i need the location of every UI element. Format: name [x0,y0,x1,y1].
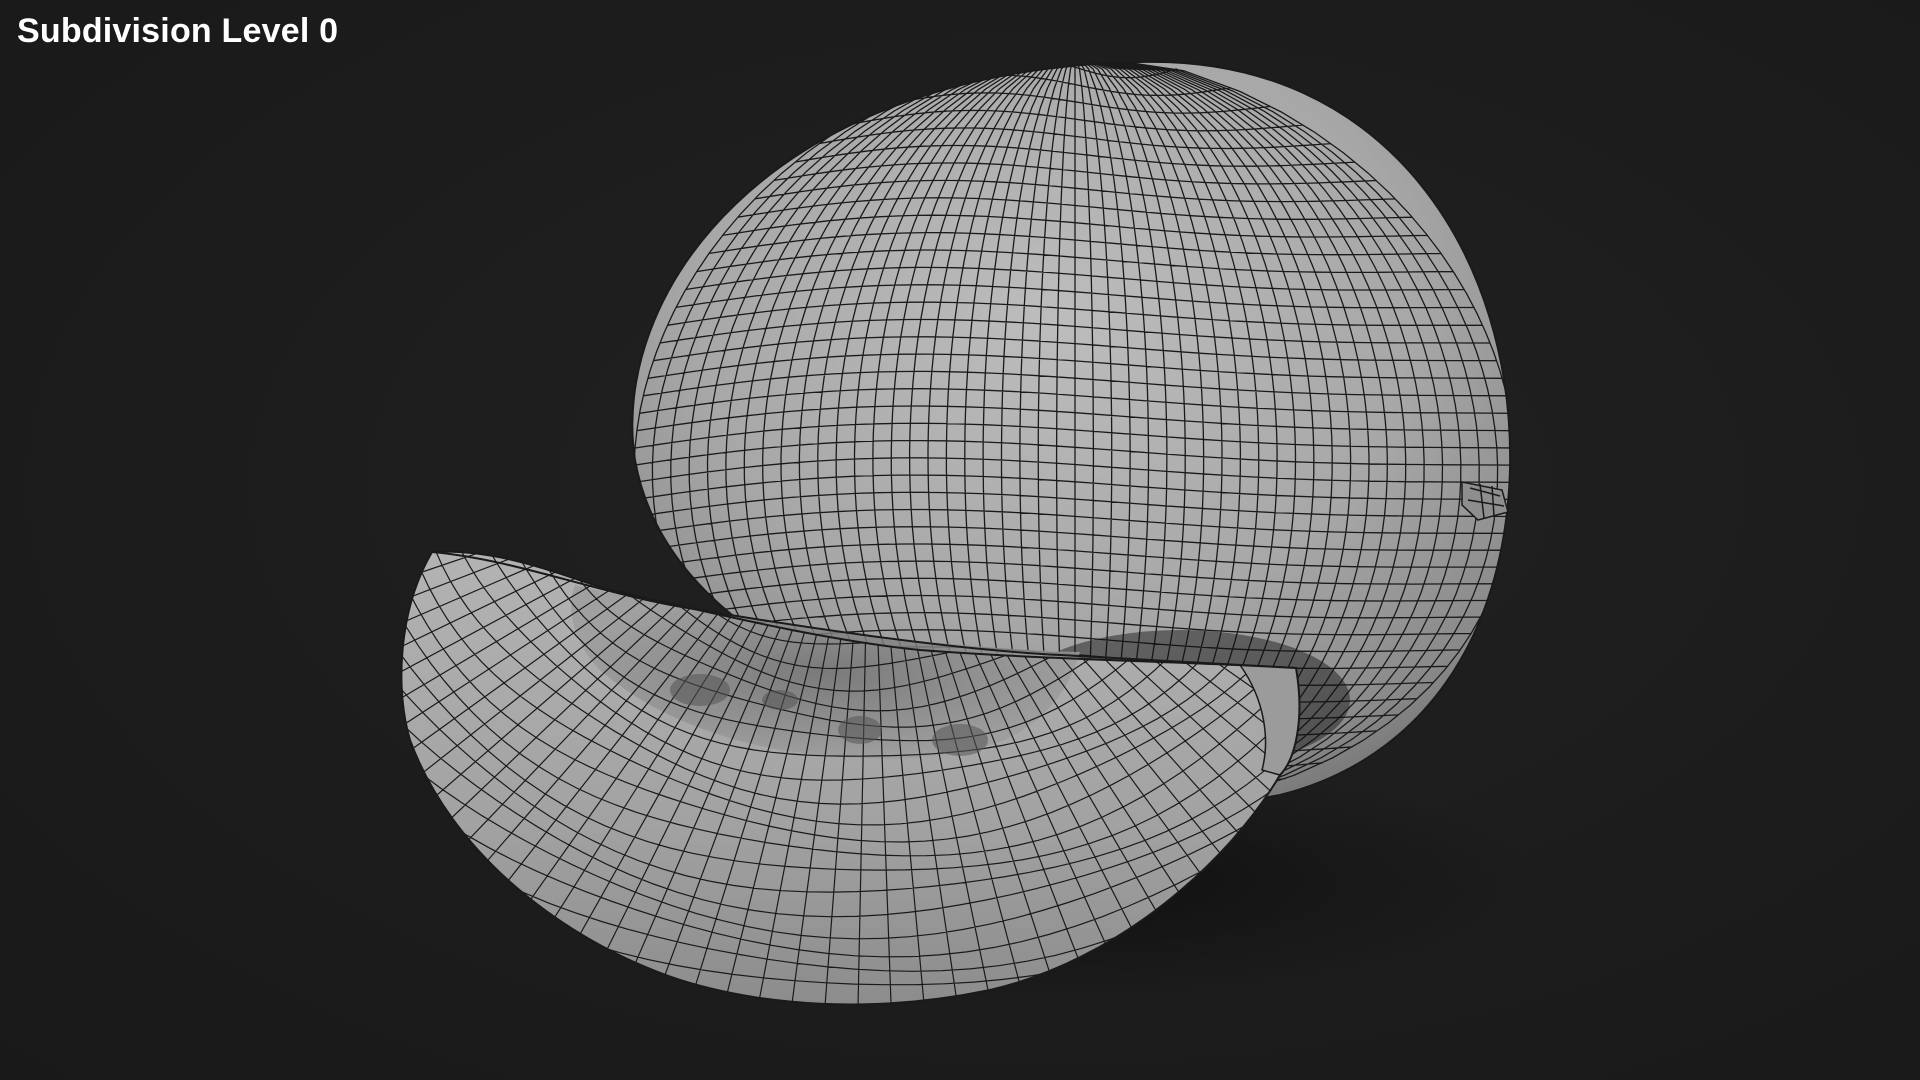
melon-render [400,60,1540,1006]
render-viewport: Subdivision Level 0 [0,0,1920,1080]
subdivision-level-label: Subdivision Level 0 [17,12,339,50]
